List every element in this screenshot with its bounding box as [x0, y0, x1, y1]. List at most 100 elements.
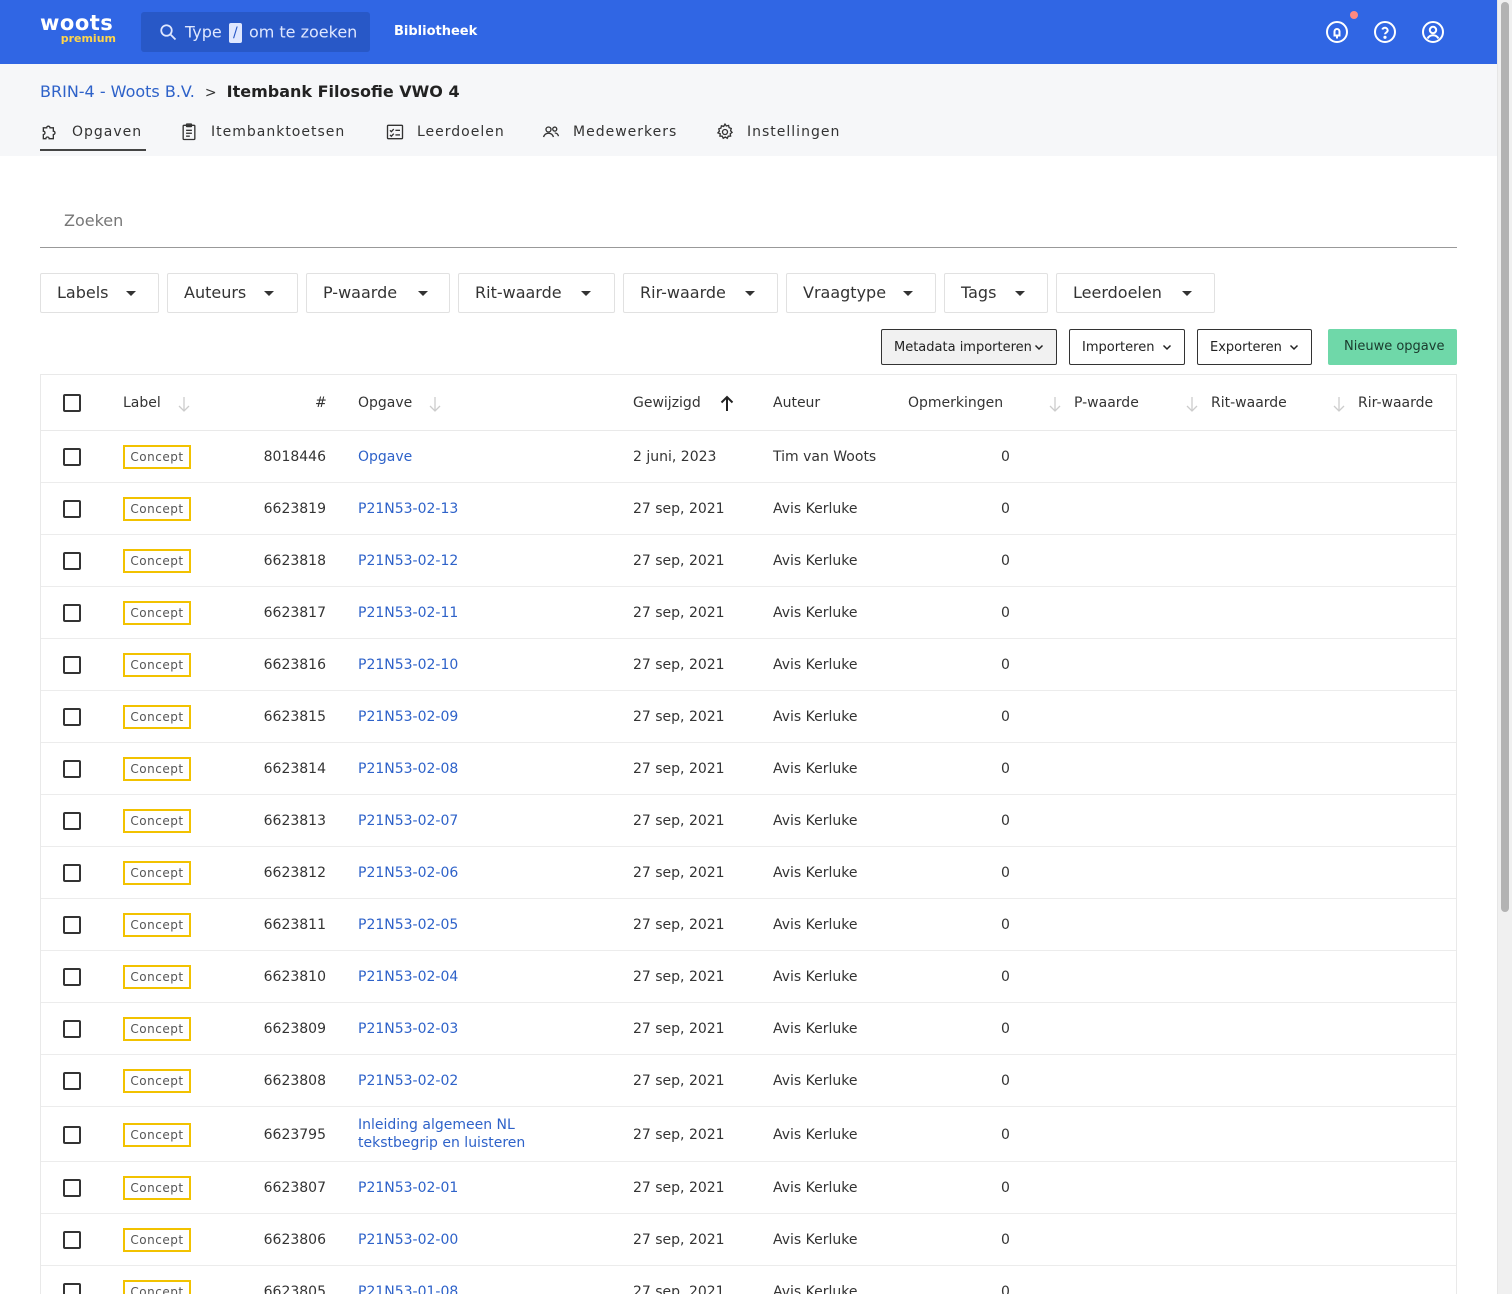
column-header-label[interactable]: Label — [123, 394, 161, 412]
item-link[interactable]: P21N53-02-01 — [358, 1179, 458, 1197]
column-header-author[interactable]: Auteur — [773, 394, 820, 412]
row-checkbox[interactable] — [63, 1231, 81, 1249]
global-search[interactable]: Type / om te zoeken — [141, 12, 370, 52]
row-checkbox[interactable] — [63, 864, 81, 882]
item-link[interactable]: P21N53-02-05 — [358, 916, 458, 934]
account-icon[interactable] — [1421, 20, 1445, 44]
woots-logo[interactable]: woots premium — [40, 12, 120, 48]
help-icon[interactable] — [1373, 20, 1397, 44]
row-checkbox[interactable] — [63, 968, 81, 986]
tab-itembanktoetsen[interactable]: Itembanktoetsen — [179, 121, 354, 151]
row-checkbox[interactable] — [63, 916, 81, 934]
column-header-remarks[interactable]: Opmerkingen — [908, 394, 1003, 412]
item-link[interactable]: Opgave — [358, 448, 412, 466]
row-checkbox[interactable] — [63, 1126, 81, 1144]
item-link[interactable]: P21N53-02-11 — [358, 604, 458, 622]
row-checkbox[interactable] — [63, 1179, 81, 1197]
table-row[interactable]: Concept 6623818 P21N53-02-12 27 sep, 2021 Av… — [41, 535, 1456, 587]
remarks-count: 0 — [1001, 761, 1010, 777]
sort-arrow-icon[interactable] — [427, 395, 443, 413]
sort-arrow-icon[interactable] — [176, 395, 192, 413]
item-search-input[interactable]: Zoeken — [40, 195, 1457, 248]
table-row[interactable]: Concept 6623810 P21N53-02-04 27 sep, 2021 Av… — [41, 951, 1456, 1003]
item-number: 6623818 — [263, 553, 326, 569]
item-link[interactable]: P21N53-02-12 — [358, 552, 458, 570]
tab-opgaven[interactable]: Opgaven — [40, 121, 146, 151]
column-header-rit-value[interactable]: Rit-waarde — [1211, 394, 1287, 412]
select-all-checkbox[interactable] — [63, 394, 81, 412]
filter-p-waarde[interactable]: P-waarde — [306, 273, 450, 313]
table-row[interactable]: Concept 6623814 P21N53-02-08 27 sep, 2021 Av… — [41, 743, 1456, 795]
table-row[interactable]: Concept 6623806 P21N53-02-00 27 sep, 2021 Av… — [41, 1214, 1456, 1266]
page-scrollbar[interactable] — [1497, 0, 1512, 1294]
breadcrumb-org-link[interactable]: BRIN-4 - Woots B.V. — [40, 82, 195, 101]
table-row[interactable]: Concept 6623815 P21N53-02-09 27 sep, 2021 Av… — [41, 691, 1456, 743]
item-link[interactable]: P21N53-02-10 — [358, 656, 458, 674]
column-header-item[interactable]: Opgave — [358, 394, 412, 412]
row-checkbox[interactable] — [63, 1283, 81, 1294]
item-link[interactable]: P21N53-02-09 — [358, 708, 458, 726]
table-row[interactable]: Concept 6623795 Inleiding algemeen NL tekst… — [41, 1107, 1456, 1162]
nav-library[interactable]: Bibliotheek — [394, 23, 477, 41]
table-row[interactable]: Concept 6623819 P21N53-02-13 27 sep, 2021 Av… — [41, 483, 1456, 535]
column-header-p-value[interactable]: P-waarde — [1074, 394, 1139, 412]
scrollbar-thumb[interactable] — [1501, 2, 1509, 912]
row-checkbox[interactable] — [63, 500, 81, 518]
import-button[interactable]: Importeren — [1069, 329, 1185, 365]
row-checkbox[interactable] — [63, 604, 81, 622]
top-bar: woots premium Type / om te zoeken Biblio… — [0, 0, 1497, 64]
filter-leerdoelen[interactable]: Leerdoelen — [1056, 273, 1215, 313]
table-row[interactable]: Concept 6623807 P21N53-02-01 27 sep, 2021 Av… — [41, 1162, 1456, 1214]
table-row[interactable]: Concept 6623813 P21N53-02-07 27 sep, 2021 Av… — [41, 795, 1456, 847]
row-checkbox[interactable] — [63, 552, 81, 570]
table-row[interactable]: Concept 6623816 P21N53-02-10 27 sep, 2021 Av… — [41, 639, 1456, 691]
table-row[interactable]: Concept 6623811 P21N53-02-05 27 sep, 2021 Av… — [41, 899, 1456, 951]
row-checkbox[interactable] — [63, 448, 81, 466]
table-row[interactable]: Concept 6623809 P21N53-02-03 27 sep, 2021 Av… — [41, 1003, 1456, 1055]
filter-vraagtype[interactable]: Vraagtype — [786, 273, 936, 313]
export-button[interactable]: Exporteren — [1197, 329, 1312, 365]
logo-premium: premium — [60, 32, 116, 45]
table-row[interactable]: Concept 6623812 P21N53-02-06 27 sep, 2021 Av… — [41, 847, 1456, 899]
filter-rit-waarde[interactable]: Rit-waarde — [458, 273, 615, 313]
filter-auteurs[interactable]: Auteurs — [167, 273, 298, 313]
tab-leerdoelen[interactable]: Leerdoelen — [385, 121, 510, 151]
row-checkbox[interactable] — [63, 708, 81, 726]
notification-bell-icon[interactable] — [1325, 20, 1349, 44]
sort-arrow-icon[interactable] — [1184, 395, 1200, 413]
item-link[interactable]: P21N53-02-00 — [358, 1231, 458, 1249]
author-name: Avis Kerluke — [773, 1284, 858, 1294]
metadata-import-button[interactable]: Metadata importeren — [881, 329, 1057, 365]
item-link[interactable]: P21N53-02-03 — [358, 1020, 458, 1038]
item-number: 6623815 — [263, 709, 326, 725]
filter-rir-waarde[interactable]: Rir-waarde — [623, 273, 778, 313]
item-link[interactable]: P21N53-02-02 — [358, 1072, 458, 1090]
sort-arrow-icon[interactable] — [1331, 395, 1347, 413]
sort-arrow-icon[interactable] — [1047, 395, 1063, 413]
filter-labels[interactable]: Labels — [40, 273, 159, 313]
column-header-modified[interactable]: Gewijzigd — [633, 394, 701, 412]
row-checkbox[interactable] — [63, 760, 81, 778]
row-checkbox[interactable] — [63, 656, 81, 674]
table-row[interactable]: Concept 6623817 P21N53-02-11 27 sep, 2021 Av… — [41, 587, 1456, 639]
row-checkbox[interactable] — [63, 812, 81, 830]
item-link[interactable]: P21N53-02-08 — [358, 760, 458, 778]
item-link[interactable]: Inleiding algemeen NL tekstbegrip en luis… — [358, 1116, 525, 1152]
table-row[interactable]: Concept 6623805 P21N53-01-08 27 sep, 2021 Av… — [41, 1266, 1456, 1294]
item-link[interactable]: P21N53-02-06 — [358, 864, 458, 882]
sort-up-arrow-icon[interactable] — [719, 394, 735, 412]
item-link[interactable]: P21N53-02-13 — [358, 500, 458, 518]
item-link[interactable]: P21N53-02-07 — [358, 812, 458, 830]
table-row[interactable]: Concept 8018446 Opgave 2 juni, 2023 Tim van … — [41, 431, 1456, 483]
tab-medewerkers[interactable]: Medewerkers — [541, 121, 686, 151]
row-checkbox[interactable] — [63, 1020, 81, 1038]
table-row[interactable]: Concept 6623808 P21N53-02-02 27 sep, 2021 Av… — [41, 1055, 1456, 1107]
column-header-rir-value[interactable]: Rir-waarde — [1358, 394, 1433, 412]
item-link[interactable]: P21N53-01-08 — [358, 1283, 458, 1294]
item-link[interactable]: P21N53-02-04 — [358, 968, 458, 986]
row-checkbox[interactable] — [63, 1072, 81, 1090]
filter-label: Leerdoelen — [1073, 283, 1162, 302]
new-item-button[interactable]: Nieuwe opgave — [1328, 329, 1457, 365]
filter-tags[interactable]: Tags — [944, 273, 1048, 313]
tab-instellingen[interactable]: Instellingen — [715, 121, 850, 151]
